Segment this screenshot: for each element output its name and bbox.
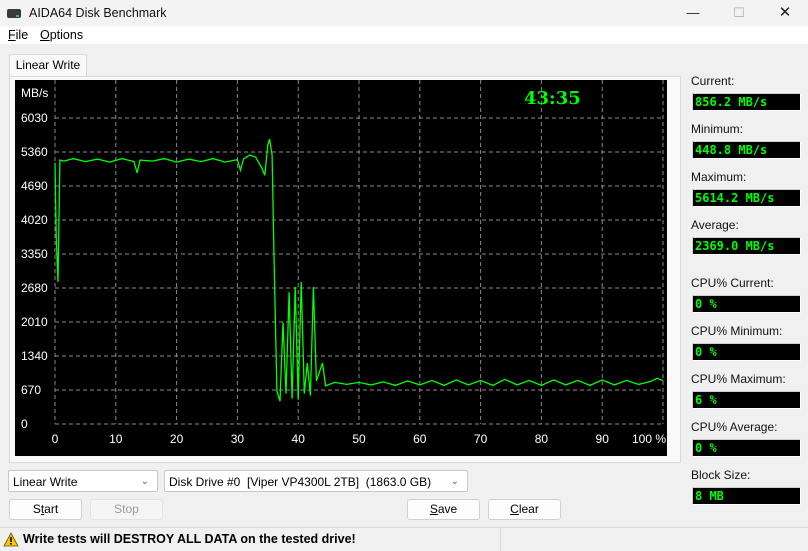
y-tick-label: 4020 [21, 213, 48, 227]
menu-options-rest: ptions [49, 28, 84, 42]
menu-file-rest: ile [15, 28, 29, 42]
menu-file[interactable]: File [8, 28, 28, 42]
disk-app-icon [7, 9, 21, 18]
close-button[interactable]: ✕ [762, 0, 808, 26]
menu-file-accel: F [8, 28, 16, 42]
test-type-value: Linear Write [13, 475, 78, 489]
x-tick-label: 70 [474, 432, 488, 446]
stat-label-current: Current: [691, 74, 735, 88]
x-tick-label: 90 [596, 432, 610, 446]
stop-label: Stop [114, 502, 139, 516]
elapsed-timer: 43:35 [524, 88, 581, 109]
y-tick-label: 5360 [21, 145, 48, 159]
chevron-down-icon: ⌄ [140, 476, 149, 487]
chevron-down-icon: ⌄ [450, 476, 459, 487]
stat-label-cpupct-current: CPU% Current: [691, 276, 774, 290]
stat-value-cpupct-maximum: 6 % [692, 391, 801, 409]
maximize-button[interactable]: ☐ [716, 0, 762, 26]
y-tick-label: 0 [21, 417, 28, 431]
x-tick-label: 30 [231, 432, 245, 446]
tab-linear-write[interactable]: Linear Write [9, 54, 87, 77]
y-tick-label: 6030 [21, 111, 48, 125]
test-type-select[interactable]: Linear Write ⌄ [8, 470, 158, 492]
stat-label-minimum: Minimum: [691, 122, 744, 136]
start-button[interactable]: Start [9, 499, 82, 520]
y-tick-label: 3350 [21, 247, 48, 261]
y-tick-label: 2010 [21, 315, 48, 329]
y-tick-label: 4690 [21, 179, 48, 193]
y-axis-ticks: 0 670 1340 2010 2680 3350 4020 4690 5360 6030 [21, 111, 48, 431]
warning-text: Write tests will DESTROY ALL DATA on the… [23, 532, 356, 546]
x-tick-label: 60 [413, 432, 427, 446]
stat-value-current: 856.2 MB/s [692, 93, 801, 111]
chart-svg: 067013402010268033504020469053606030 0 10… [21, 80, 667, 446]
drive-select[interactable]: Disk Drive #0 [Viper VP4300L 2TB] (1863.… [164, 470, 468, 492]
warning-icon [3, 532, 19, 547]
stat-value-average: 2369.0 MB/s [692, 237, 801, 255]
x-tick-label: 40 [292, 432, 306, 446]
stat-label-cpupct-average: CPU% Average: [691, 420, 778, 434]
start-label: Start [32, 502, 59, 516]
stat-value-block-size: 8 MB [692, 487, 801, 505]
clear-button[interactable]: Clear [488, 499, 561, 520]
stat-label-maximum: Maximum: [691, 170, 747, 184]
x-tick-label: 80 [535, 432, 549, 446]
window-title: AIDA64 Disk Benchmark [29, 6, 167, 20]
save-label: Save [429, 502, 458, 516]
stat-value-cpupct-minimum: 0 % [692, 343, 801, 361]
drive-value: Disk Drive #0 [Viper VP4300L 2TB] (1863.… [169, 475, 432, 489]
x-axis-ticks: 0 10 20 30 40 50 60 70 80 90 100 % [52, 432, 667, 446]
stat-label-cpupct-maximum: CPU% Maximum: [691, 372, 786, 386]
x-tick-label: 100 % [632, 432, 666, 446]
stat-label-block-size: Block Size: [691, 468, 751, 482]
y-tick-label: 1340 [21, 349, 48, 363]
y-tick-label: 670 [21, 383, 41, 397]
x-tick-label: 10 [109, 432, 123, 446]
menu-bar: File Options [0, 26, 808, 44]
status-divider [500, 528, 501, 551]
save-button[interactable]: Save [407, 499, 480, 520]
x-tick-label: 50 [352, 432, 366, 446]
stop-button: Stop [90, 499, 163, 520]
minimize-button[interactable]: — [670, 0, 716, 26]
menu-options[interactable]: Options [40, 28, 83, 42]
stat-label-average: Average: [691, 218, 739, 232]
stat-value-cpupct-average: 0 % [692, 439, 801, 457]
x-tick-label: 20 [170, 432, 184, 446]
status-bar: Write tests will DESTROY ALL DATA on the… [0, 527, 808, 551]
menu-options-accel: O [40, 28, 50, 42]
x-tick-label: 0 [52, 432, 59, 446]
benchmark-chart: 0 670 1340 2010 2680 3350 4020 4690 5360 6030 0 10… [15, 80, 667, 456]
stat-value-cpupct-current: 0 % [692, 295, 801, 313]
stat-value-maximum: 5614.2 MB/s [692, 189, 801, 207]
chart-grid [54, 80, 664, 425]
stat-value-minimum: 448.8 MB/s [692, 141, 801, 159]
y-axis-label: MB/s [21, 86, 48, 100]
clear-label: Clear [510, 502, 539, 516]
y-tick-label: 2680 [21, 281, 48, 295]
title-bar: AIDA64 Disk Benchmark — ☐ ✕ [0, 0, 808, 26]
stat-label-cpupct-minimum: CPU% Minimum: [691, 324, 783, 338]
